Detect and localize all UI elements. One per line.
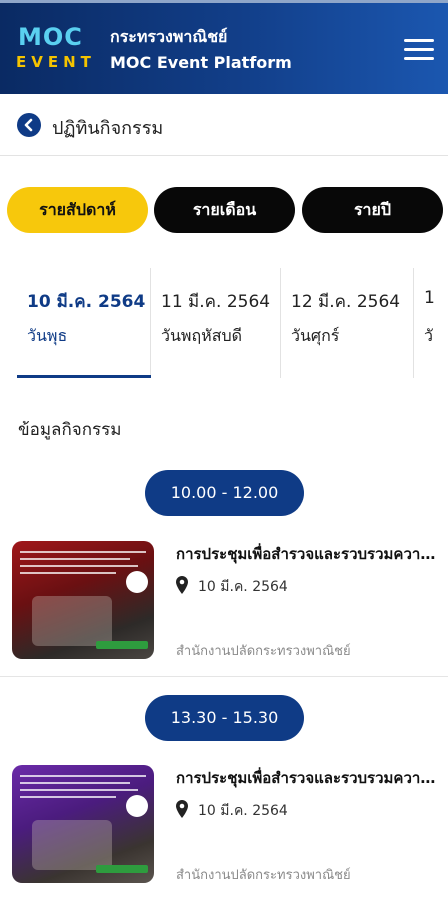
event-card[interactable]: การประชุมเพื่อสำรวจและรวบรวมความคิดเห็น … xyxy=(0,762,448,892)
weekly-tab-button[interactable]: รายสัปดาห์ xyxy=(7,187,148,233)
day-date: 12 มี.ค. 2564 xyxy=(291,292,401,312)
yearly-tab-button[interactable]: รายปี xyxy=(302,187,443,233)
day-date: 11 มี.ค. 2564 xyxy=(161,292,271,312)
event-thumbnail xyxy=(12,765,154,883)
page-title: ปฏิทินกิจกรรม xyxy=(52,118,164,139)
card-divider xyxy=(0,676,448,677)
platform-title: MOC Event Platform xyxy=(110,53,292,72)
time-slot-badge: 13.30 - 15.30 xyxy=(145,695,304,741)
event-organizer: สำนักงานปลัดกระทรวงพาณิชย์ xyxy=(176,868,351,883)
event-date: 10 มี.ค. 2564 xyxy=(198,803,288,819)
day-tab-11-mar[interactable]: 11 มี.ค. 2564 วันพฤหัสบดี xyxy=(151,268,281,378)
day-date: 1 xyxy=(424,288,435,308)
logo-bottom-text: EVENT xyxy=(16,53,96,71)
ministry-title: กระทรวงพาณิชย์ xyxy=(110,27,228,46)
logo-top-text: MOC xyxy=(18,23,83,51)
day-tab-10-mar[interactable]: 10 มี.ค. 2564 วันพุธ xyxy=(17,268,151,378)
hamburger-icon[interactable] xyxy=(404,39,434,63)
day-weekday: วั xyxy=(424,326,433,345)
day-weekday: วันศุกร์ xyxy=(291,326,340,345)
event-thumbnail xyxy=(12,541,154,659)
selected-day-underline xyxy=(17,375,151,378)
monthly-tab-button[interactable]: รายเดือน xyxy=(154,187,295,233)
location-pin-icon xyxy=(176,800,188,818)
day-tab-12-mar[interactable]: 12 มี.ค. 2564 วันศุกร์ xyxy=(281,268,414,378)
event-organizer: สำนักงานปลัดกระทรวงพาณิชย์ xyxy=(176,644,351,659)
day-tab-next[interactable]: 1 วั xyxy=(414,268,448,378)
moc-event-logo: MOC EVENT xyxy=(16,23,92,73)
day-selector: 10 มี.ค. 2564 วันพุธ 11 มี.ค. 2564 วันพฤ… xyxy=(0,268,448,380)
app-header: MOC EVENT กระทรวงพาณิชย์ MOC Event Platf… xyxy=(0,0,448,94)
event-title[interactable]: การประชุมเพื่อสำรวจและรวบรวมความคิดเห็น xyxy=(176,766,436,790)
back-arrow-icon[interactable] xyxy=(17,113,41,137)
activity-info-heading: ข้อมูลกิจกรรม xyxy=(18,420,122,440)
event-date: 10 มี.ค. 2564 xyxy=(198,579,288,595)
time-slot-badge: 10.00 - 12.00 xyxy=(145,470,304,516)
location-pin-icon xyxy=(176,576,188,594)
event-card[interactable]: การประชุมเพื่อสำรวจและรวบรวมความคิดเห็น … xyxy=(0,538,448,668)
event-title[interactable]: การประชุมเพื่อสำรวจและรวบรวมความคิดเห็น xyxy=(176,542,436,566)
day-weekday: วันพุธ xyxy=(27,326,68,345)
page-titlebar: ปฏิทินกิจกรรม xyxy=(0,94,448,156)
day-date: 10 มี.ค. 2564 xyxy=(27,292,146,312)
day-weekday: วันพฤหัสบดี xyxy=(161,326,243,345)
